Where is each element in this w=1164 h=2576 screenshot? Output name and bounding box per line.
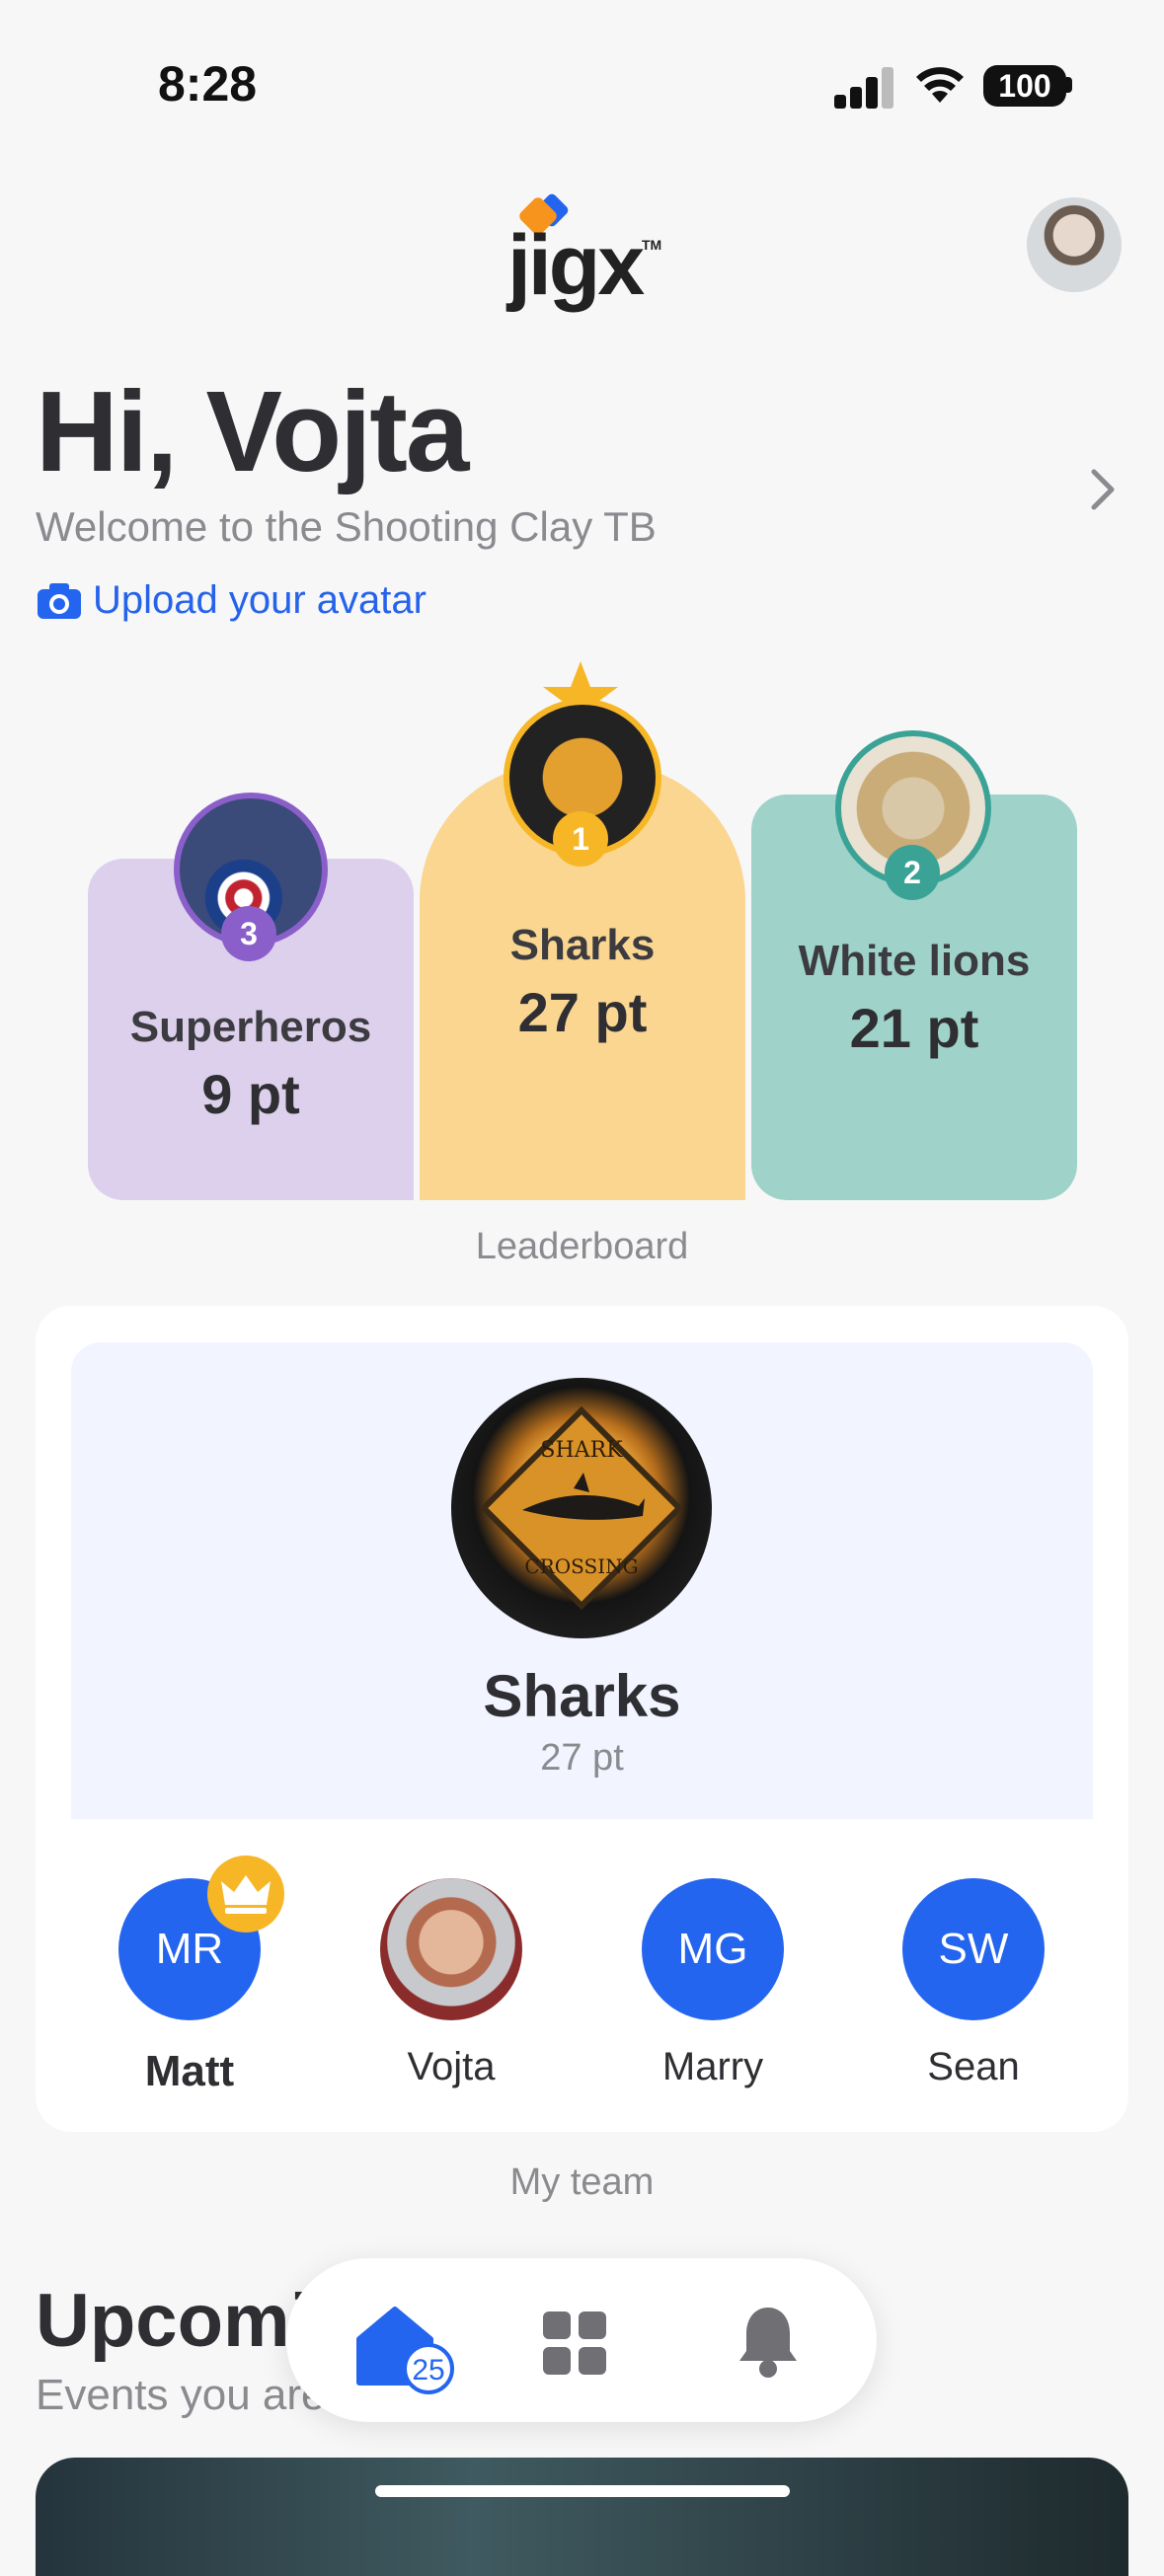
podium-team-points: 27 pt — [517, 981, 648, 1043]
cellular-signal-icon — [834, 65, 895, 109]
nav-notifications-tab[interactable] — [737, 2304, 800, 2384]
member-avatar-vojta[interactable] — [380, 1878, 522, 2020]
podium-team-points: 21 pt — [849, 997, 979, 1059]
podium-team-points: 9 pt — [201, 1063, 300, 1125]
sign-text-top: SHARK — [540, 1438, 623, 1463]
member-avatar-marry[interactable]: MG — [642, 1878, 784, 2020]
battery-tip — [1066, 77, 1072, 93]
upcoming-subtitle: Events you are — [36, 2371, 326, 2419]
sharks-avatar-large: SHARK CROSSING — [451, 1378, 712, 1638]
welcome-subtitle: Welcome to the Shooting Clay TB — [36, 503, 657, 550]
crown-icon — [221, 1875, 271, 1914]
crown-badge — [207, 1856, 284, 1932]
member-name-vojta: Vojta — [407, 2045, 496, 2088]
member-name-matt: Matt — [144, 2047, 235, 2095]
home-badge-count: 25 — [412, 2354, 445, 2387]
bottom-navigation: 25 — [286, 2258, 877, 2422]
member-name-sean: Sean — [927, 2045, 1020, 2088]
podium-team-name: Superheros — [129, 1003, 372, 1051]
wifi-icon — [916, 67, 964, 103]
my-team-caption: My team — [509, 2161, 655, 2203]
rank-badge-3: 3 — [221, 906, 276, 961]
logo-trademark: TM — [642, 237, 662, 253]
member-avatar-sean[interactable]: SW — [902, 1878, 1045, 2020]
my-team-points: 27 pt — [540, 1737, 624, 1779]
podium-team-name: White lions — [798, 937, 1031, 985]
sign-text-bottom: CROSSING — [524, 1554, 638, 1578]
event-card[interactable] — [36, 2458, 1128, 2576]
jigx-logo: jigx TM — [502, 193, 662, 313]
chevron-right-icon[interactable] — [1082, 466, 1122, 513]
upload-avatar-label: Upload your avatar — [93, 578, 427, 622]
rank-badge-2: 2 — [885, 845, 940, 900]
upload-avatar-link[interactable]: Upload your avatar — [36, 578, 427, 623]
leaderboard-caption: Leaderboard — [475, 1226, 689, 1267]
podium-team-name: Sharks — [509, 921, 656, 969]
logo-wordmark: jigx — [507, 218, 645, 313]
bell-icon — [739, 2308, 797, 2378]
rank-badge-1: 1 — [553, 811, 608, 867]
home-indicator — [375, 2485, 790, 2497]
profile-avatar-button[interactable] — [1027, 197, 1122, 292]
status-time: 8:28 — [158, 56, 258, 112]
battery-indicator: 100 — [983, 65, 1066, 107]
grid-icon — [543, 2311, 606, 2375]
my-team-name: Sharks — [483, 1663, 681, 1729]
nav-home-tab[interactable]: 25 — [353, 2296, 462, 2394]
member-name-marry: Marry — [661, 2045, 764, 2088]
camera-icon — [38, 582, 81, 619]
greeting-title: Hi, Vojta — [36, 367, 469, 495]
nav-apps-tab[interactable] — [541, 2310, 608, 2377]
